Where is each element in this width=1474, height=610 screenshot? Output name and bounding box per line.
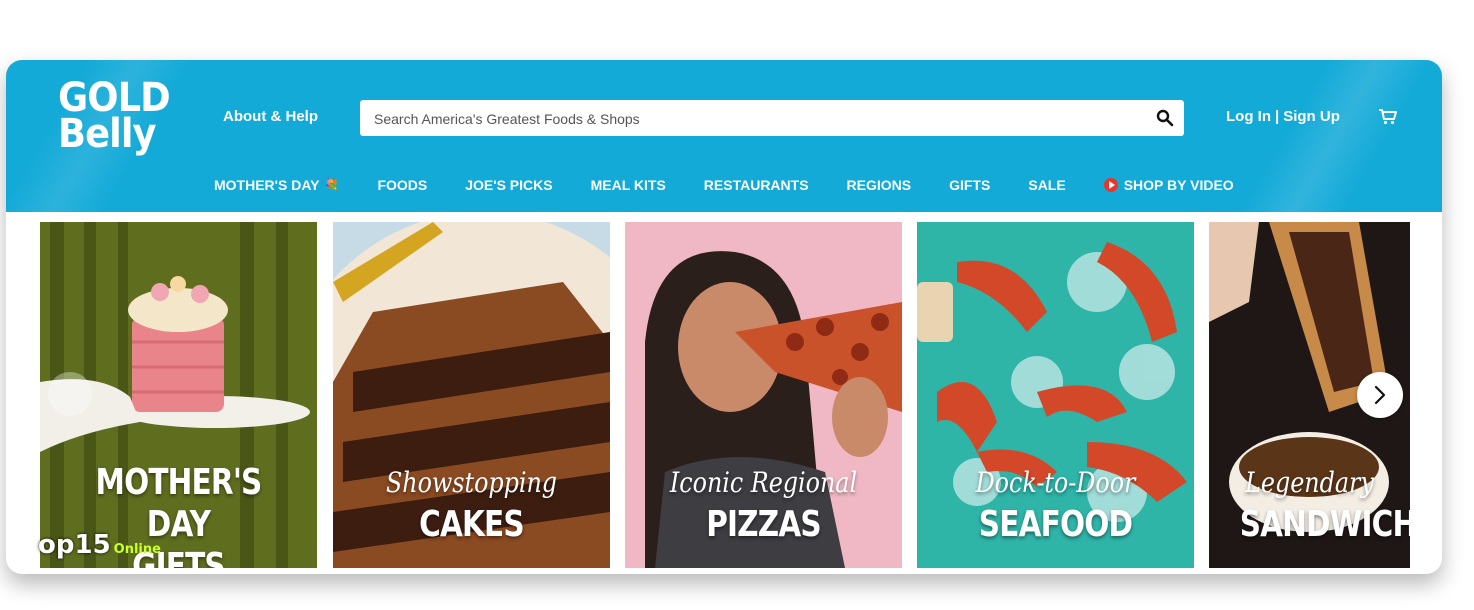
card-subtitle: Showstopping	[385, 466, 558, 499]
card-pizzas[interactable]: Iconic Regional PIZZAS	[625, 222, 902, 568]
flower-icon: 💐	[324, 178, 340, 192]
card-subtitle: Legendary	[1245, 466, 1374, 499]
nav-label: SHOP BY VIDEO	[1123, 177, 1234, 193]
watermark-logo: op15 Online	[38, 530, 161, 560]
carousel-prev-button[interactable]	[48, 372, 92, 416]
nav-mothers-day[interactable]: MOTHER'S DAY 💐	[214, 177, 339, 193]
nav-label: FOODS	[377, 177, 428, 193]
nav-joes-picks[interactable]: JOE'S PICKS	[465, 177, 552, 193]
hero-carousel: MOTHER'S DAY GIFTS Showstopping CAKES Ic…	[40, 222, 1410, 568]
nav-restaurants[interactable]: RESTAURANTS	[704, 177, 809, 193]
nav-label: SALE	[1028, 177, 1066, 193]
signup-link[interactable]: Sign Up	[1283, 108, 1340, 125]
nav-gifts[interactable]: GIFTS	[949, 177, 990, 193]
nav-label: REGIONS	[846, 177, 912, 193]
nav-regions[interactable]: REGIONS	[847, 177, 912, 193]
card-cakes[interactable]: Showstopping CAKES	[333, 222, 610, 568]
nav-label: JOE'S PICKS	[465, 177, 553, 193]
search-bar	[360, 100, 1184, 138]
chevron-right-icon	[1374, 385, 1386, 405]
card-title: SANDWICH	[1239, 504, 1410, 545]
account-separator: |	[1275, 108, 1280, 125]
account-links: Log In | Sign Up	[1226, 108, 1340, 125]
site-header: GOLD Belly About & Help Log In|Sign Up M…	[6, 60, 1442, 212]
nav-meal-kits[interactable]: MEAL KITS	[591, 177, 666, 193]
nav-shop-by-video[interactable]: SHOP BY VIDEO	[1103, 177, 1234, 193]
nav-foods[interactable]: FOODS	[377, 177, 427, 193]
card-subtitle: Iconic Regional	[669, 466, 858, 499]
cart-icon[interactable]	[1378, 108, 1398, 126]
card-seafood[interactable]: Dock-to-Door SEAFOOD	[917, 222, 1194, 568]
carousel-next-button[interactable]	[1357, 372, 1403, 418]
search-input[interactable]	[372, 100, 1136, 138]
search-icon[interactable]	[1156, 109, 1174, 127]
card-title: CAKES	[419, 504, 525, 545]
login-link[interactable]: Log In	[1226, 108, 1271, 125]
nav-label: GIFTS	[949, 177, 991, 193]
play-icon	[1103, 178, 1118, 192]
browser-window: GOLD Belly About & Help Log In|Sign Up M…	[6, 60, 1442, 574]
watermark-sub: Online	[113, 542, 161, 557]
nav-label: RESTAURANTS	[703, 177, 809, 193]
card-subtitle: Dock-to-Door	[975, 466, 1136, 499]
nav-label: MOTHER'S DAY	[214, 177, 320, 193]
logo-line-2: Belly	[58, 111, 157, 157]
watermark-text: op15	[38, 530, 111, 560]
goldbelly-logo[interactable]: GOLD Belly	[58, 78, 178, 157]
card-title: PIZZAS	[706, 504, 821, 545]
card-title: SEAFOOD	[978, 504, 1133, 545]
about-help-link[interactable]: About & Help	[223, 108, 318, 125]
nav-sale[interactable]: SALE	[1028, 177, 1065, 193]
main-nav: MOTHER'S DAY 💐 FOODS JOE'S PICKS MEAL KIT…	[214, 177, 1272, 193]
nav-label: MEAL KITS	[590, 177, 666, 193]
